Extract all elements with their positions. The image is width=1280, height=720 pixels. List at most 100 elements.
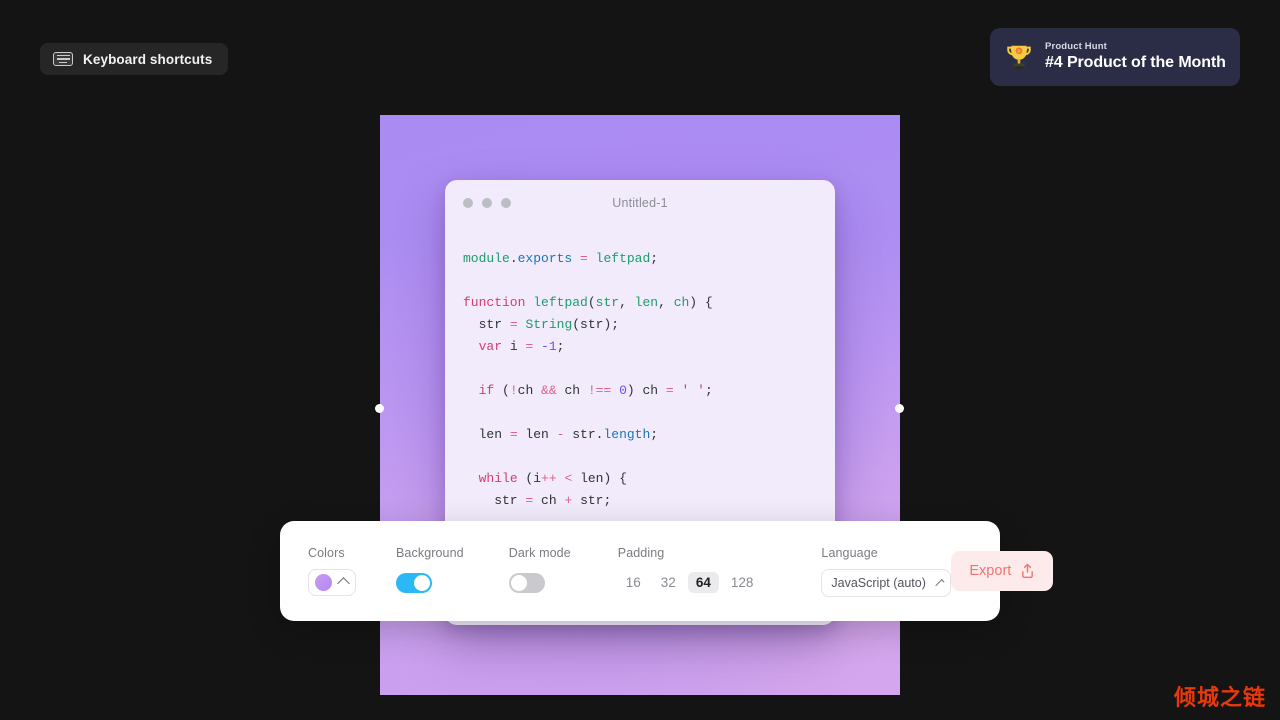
code-token: =	[509, 317, 518, 332]
colors-label: Colors	[308, 545, 345, 560]
code-token: leftpad	[595, 251, 651, 266]
code-token: leftpad	[533, 295, 588, 310]
background-control: Background	[396, 546, 464, 597]
padding-option-64[interactable]: 64	[687, 572, 719, 593]
padding-option-128[interactable]: 128	[723, 572, 762, 593]
code-editor[interactable]: module.exports = leftpad; function leftp…	[445, 226, 835, 512]
code-line: str = ch + str;	[463, 490, 817, 512]
code-token: (	[587, 295, 596, 310]
toggle-knob	[510, 574, 527, 591]
code-line: module.exports = leftpad;	[463, 248, 817, 270]
keyboard-icon	[53, 52, 73, 66]
dark-mode-control: Dark mode	[508, 546, 571, 597]
resize-handle-left[interactable]	[375, 404, 384, 413]
code-token: =	[665, 383, 674, 398]
color-picker-button[interactable]	[308, 569, 356, 596]
export-label: Export	[969, 563, 1012, 579]
code-token: str.	[564, 427, 604, 442]
code-token: ' '	[681, 383, 705, 398]
code-token: ;	[650, 251, 659, 266]
code-line: while (i++ < len) {	[463, 468, 817, 490]
code-token: (	[494, 383, 510, 398]
code-line: function leftpad(str, len, ch) {	[463, 292, 817, 314]
resize-handle-right[interactable]	[895, 404, 904, 413]
svg-text:P: P	[1017, 49, 1021, 55]
code-token: ;	[556, 339, 565, 354]
code-token: 0	[619, 383, 627, 398]
keyboard-shortcuts-label: Keyboard shortcuts	[83, 51, 213, 67]
code-line: var i = -1;	[463, 336, 817, 358]
chevron-up-icon	[935, 579, 945, 588]
code-token: ch	[673, 295, 690, 310]
code-token: str	[463, 317, 510, 332]
export-button[interactable]: Export	[951, 551, 1054, 591]
background-label: Background	[396, 545, 464, 560]
code-token: ++	[541, 471, 557, 486]
color-swatch	[315, 574, 332, 591]
code-line: str = String(str);	[463, 314, 817, 336]
language-control: Language JavaScript (auto)	[821, 545, 952, 597]
share-export-icon	[1022, 563, 1034, 578]
code-token: ch	[556, 383, 588, 398]
code-token: if	[478, 383, 495, 398]
code-token: ch	[533, 493, 565, 508]
badge-title: #4 Product of the Month	[1045, 53, 1226, 71]
padding-option-16[interactable]: 16	[618, 572, 649, 593]
code-window-titlebar: Untitled-1	[445, 180, 835, 226]
app-root: Keyboard shortcuts P Product Hunt #4 Pro…	[0, 0, 1280, 720]
code-token: .	[509, 251, 518, 266]
window-dots	[463, 198, 511, 208]
code-token: exports	[517, 251, 573, 266]
window-dot-close[interactable]	[463, 198, 473, 208]
code-token: String	[525, 317, 573, 332]
code-token: str	[463, 493, 526, 508]
badge-text-group: Product Hunt #4 Product of the Month	[1045, 41, 1226, 72]
code-token: len	[463, 427, 510, 442]
window-dot-maximize[interactable]	[501, 198, 511, 208]
code-token: !==	[587, 383, 612, 398]
code-token: str	[595, 295, 620, 310]
code-token: ,	[619, 295, 635, 310]
chevron-up-icon	[337, 577, 350, 590]
language-label: Language	[821, 545, 878, 560]
background-toggle[interactable]	[396, 572, 432, 593]
code-token: -1	[541, 339, 557, 354]
code-token: ;	[704, 383, 713, 398]
code-token: length	[603, 427, 651, 442]
padding-options: 16 32 64 128	[618, 572, 762, 593]
code-token: !	[509, 383, 518, 398]
watermark: 倾城之链	[1173, 686, 1266, 711]
language-select[interactable]: JavaScript (auto)	[821, 568, 952, 597]
colors-control: Colors	[308, 546, 356, 597]
toggle-knob	[414, 574, 430, 591]
code-token: var	[478, 339, 503, 354]
code-token: ;	[650, 427, 659, 442]
code-token: while	[478, 471, 518, 486]
code-token: ) ch	[626, 383, 666, 398]
code-token: module	[463, 251, 510, 266]
code-token: ,	[658, 295, 674, 310]
padding-option-32[interactable]: 32	[653, 572, 684, 593]
code-token: str;	[572, 493, 612, 508]
keyboard-shortcuts-button[interactable]: Keyboard shortcuts	[40, 43, 229, 75]
code-line: if (!ch && ch !== 0) ch = ' ';	[463, 380, 817, 402]
code-token: i	[502, 339, 526, 354]
dark-mode-toggle[interactable]	[508, 572, 545, 593]
product-hunt-badge[interactable]: P Product Hunt #4 Product of the Month	[990, 28, 1240, 86]
window-dot-minimize[interactable]	[482, 198, 492, 208]
code-token: =	[509, 427, 518, 442]
code-token: =	[580, 251, 588, 266]
code-token: &&	[541, 383, 557, 398]
code-token: (i	[517, 471, 542, 486]
badge-kicker: Product Hunt	[1045, 41, 1107, 53]
